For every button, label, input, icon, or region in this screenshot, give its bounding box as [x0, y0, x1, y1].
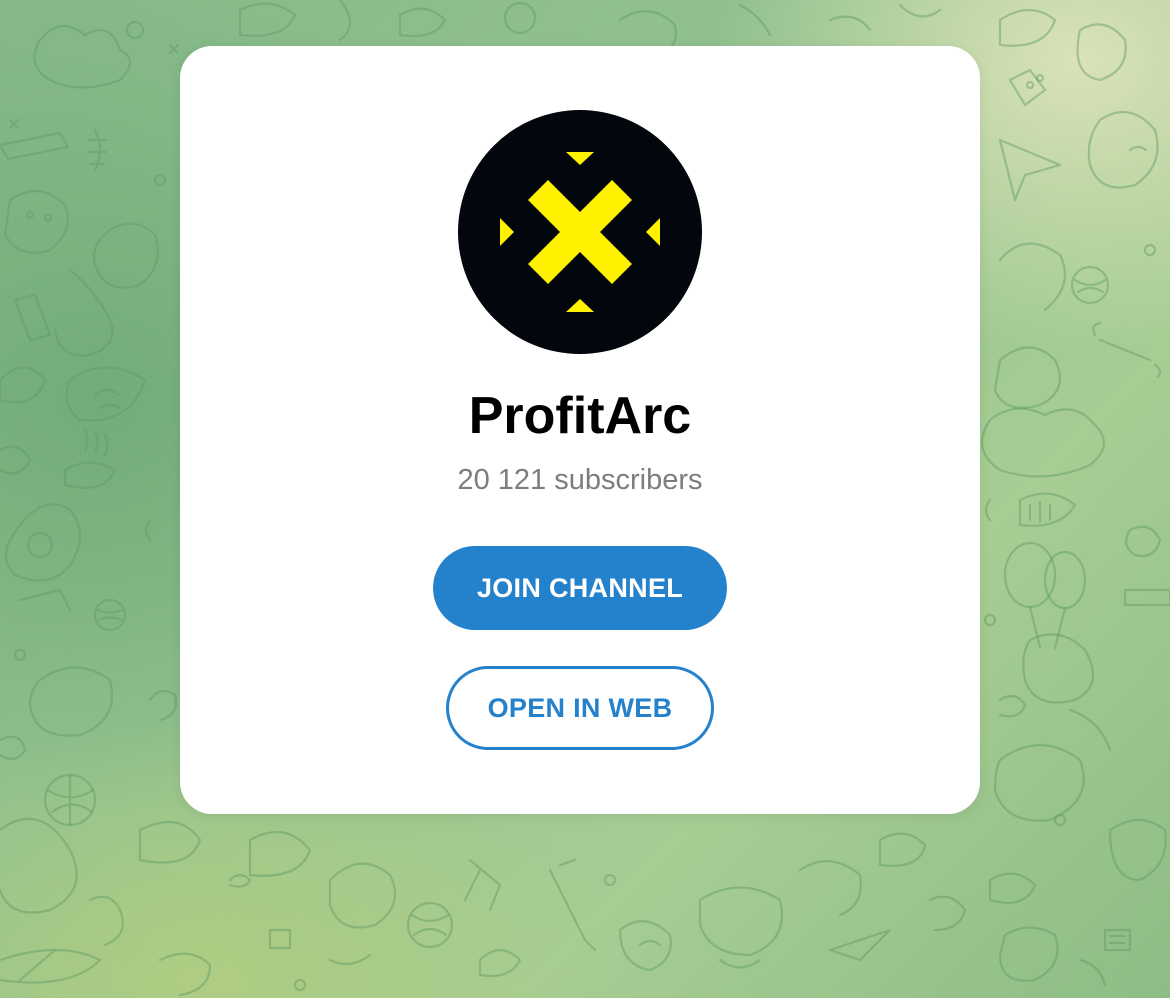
channel-card: ProfitArc 20 121 subscribers JOIN CHANNE…	[180, 46, 980, 814]
yellow-x-arrows-logo-icon	[500, 152, 660, 312]
channel-avatar	[458, 110, 702, 354]
join-channel-button[interactable]: JOIN CHANNEL	[433, 546, 727, 630]
subscriber-count: 20 121 subscribers	[457, 464, 703, 496]
channel-title: ProfitArc	[468, 387, 692, 445]
open-in-web-button[interactable]: OPEN IN WEB	[446, 666, 714, 750]
